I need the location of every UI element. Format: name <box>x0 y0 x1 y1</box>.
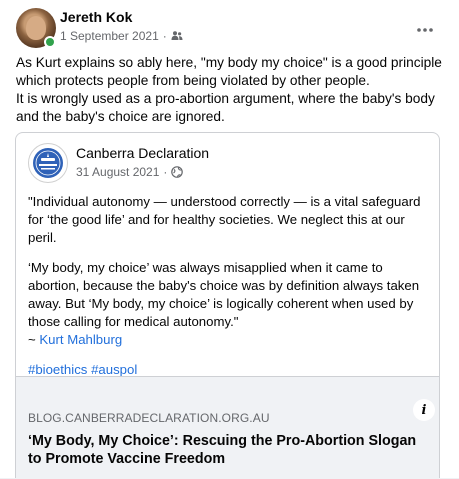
post-text-line: It is wrongly used as a pro-abortion arg… <box>16 91 435 124</box>
attribution-prefix: ~ <box>28 332 40 347</box>
online-status-dot <box>44 36 56 48</box>
shared-post-date[interactable]: 31 August 2021 <box>76 165 159 179</box>
hashtag-link[interactable]: #bioethics <box>28 362 87 377</box>
more-options-button[interactable] <box>407 10 443 46</box>
globe-icon[interactable] <box>171 166 184 178</box>
shared-post-meta: 31 August 2021 · <box>76 165 184 179</box>
shared-paragraph: ‘My body, my choice’ was always misappli… <box>28 259 429 349</box>
shared-paragraph: "Individual autonomy — understood correc… <box>28 194 421 245</box>
meta-separator: · <box>163 165 168 179</box>
friends-icon[interactable] <box>171 30 183 42</box>
author-name[interactable]: Jereth Kok <box>60 9 132 25</box>
link-title[interactable]: ‘My Body, My Choice’: Rescuing the Pro-A… <box>28 432 428 468</box>
author-mention-link[interactable]: Kurt Mahlburg <box>39 332 122 347</box>
link-preview[interactable]: i BLOG.CANBERRADECLARATION.ORG.AU ‘My Bo… <box>16 376 439 479</box>
link-domain: BLOG.CANBERRADECLARATION.ORG.AU <box>28 411 270 425</box>
post-header: Jereth Kok 1 September 2021 · <box>16 8 443 48</box>
canberra-declaration-logo[interactable] <box>28 143 68 183</box>
shared-post-body: "Individual autonomy — understood correc… <box>28 193 429 379</box>
shared-paragraph-text: ‘My body, my choice’ was always misappli… <box>28 260 420 329</box>
page-name[interactable]: Canberra Declaration <box>76 145 209 161</box>
info-button[interactable]: i <box>413 399 435 421</box>
post-text-line: As Kurt explains so ably here, "my body … <box>16 55 442 88</box>
post-meta: 1 September 2021 · <box>60 29 183 43</box>
ellipsis-icon <box>417 19 433 37</box>
info-icon: i <box>421 402 427 418</box>
post-text: As Kurt explains so ably here, "my body … <box>16 54 443 126</box>
hashtag-link[interactable]: #auspol <box>91 362 137 377</box>
shared-post-card[interactable]: Canberra Declaration 31 August 2021 · "I… <box>15 132 440 479</box>
shared-post-header: Canberra Declaration 31 August 2021 · <box>28 143 428 183</box>
meta-separator: · <box>162 29 167 43</box>
facebook-post: Jereth Kok 1 September 2021 · As Kurt ex… <box>0 0 459 479</box>
post-date[interactable]: 1 September 2021 <box>60 29 159 43</box>
